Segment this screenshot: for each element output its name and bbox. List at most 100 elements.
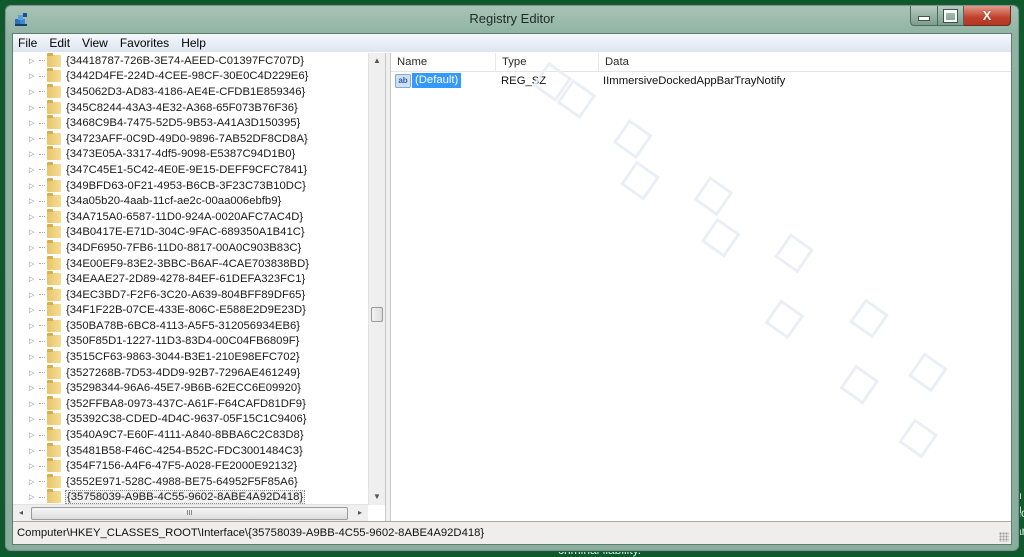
tree-horizontal-scrollbar[interactable]: ◂ III ▸ — [13, 504, 368, 521]
tree-item[interactable]: ▷ {34A715A0-6587-11D0-924A-0020AFC7AC4D} — [13, 208, 368, 225]
expand-arrow-icon[interactable]: ▷ — [29, 478, 39, 486]
tree-item[interactable]: ▷ {3468C9B4-7475-52D5-9B53-A41A3D150395} — [13, 115, 368, 131]
expand-arrow-icon[interactable]: ▷ — [29, 306, 39, 314]
expand-arrow-icon[interactable]: ▷ — [29, 337, 39, 345]
expand-arrow-icon[interactable]: ▷ — [29, 104, 39, 112]
menu-edit[interactable]: Edit — [43, 36, 76, 50]
tree-item-label[interactable]: {35298344-96A6-45E7-9B6B-62ECC6E09920} — [65, 382, 302, 394]
tree-item-label[interactable]: {3473E05A-3317-4df5-9098-E5387C94D1B0} — [65, 148, 296, 160]
tree-item[interactable]: ▷ {3515CF63-9863-3044-B3E1-210E98EFC702} — [13, 349, 368, 365]
tree-item-label[interactable]: {34723AFF-0C9D-49D0-9896-7AB52DF8CD8A} — [65, 133, 309, 145]
tree-item[interactable]: ▷ {349BFD63-0F21-4953-B6CB-3F23C73B10DC} — [13, 177, 368, 194]
expand-arrow-icon[interactable]: ▷ — [29, 119, 39, 127]
expand-arrow-icon[interactable]: ▷ — [29, 369, 39, 377]
expand-arrow-icon[interactable]: ▷ — [29, 197, 39, 205]
tree-item[interactable]: ▷ {34E00EF9-83E2-3BBC-B6AF-4CAE703838BD} — [13, 255, 368, 272]
expand-arrow-icon[interactable]: ▷ — [29, 275, 39, 283]
scroll-down-button[interactable]: ▼ — [369, 489, 385, 505]
tree-item-label[interactable]: {352FFBA8-0973-437C-A61F-F64CAFD81DF9} — [65, 398, 307, 410]
tree-item-label[interactable]: {34418787-726B-3E74-AEED-C01397FC707D} — [65, 55, 305, 67]
tree-item[interactable]: ▷ {35298344-96A6-45E7-9B6B-62ECC6E09920} — [13, 380, 368, 396]
value-row[interactable]: ab (Default) REG_SZ IImmersiveDockedAppB… — [391, 72, 1011, 89]
expand-arrow-icon[interactable]: ▷ — [29, 57, 39, 65]
menu-favorites[interactable]: Favorites — [114, 36, 175, 50]
tree-item-label[interactable]: {349BFD63-0F21-4953-B6CB-3F23C73B10DC} — [65, 180, 307, 192]
column-header-name[interactable]: Name — [391, 53, 496, 71]
expand-arrow-icon[interactable]: ▷ — [29, 493, 39, 501]
expand-arrow-icon[interactable]: ▷ — [29, 322, 39, 330]
tree-item-label[interactable]: {34EAAE27-2D89-4278-84EF-61DEFA323FC1} — [65, 273, 306, 285]
expand-arrow-icon[interactable]: ▷ — [29, 135, 39, 143]
scroll-up-button[interactable]: ▲ — [369, 53, 385, 69]
expand-arrow-icon[interactable]: ▷ — [29, 431, 39, 439]
tree-item-label[interactable]: {34F1F22B-07CE-433E-806C-E588E2D9E23D} — [65, 304, 307, 316]
expand-arrow-icon[interactable]: ▷ — [29, 415, 39, 423]
tree-item-label[interactable]: {35758039-A9BB-4C55-9602-8ABE4A92D418} — [65, 490, 306, 505]
expand-arrow-icon[interactable]: ▷ — [29, 291, 39, 299]
tree-item[interactable]: ▷ {345C8244-43A3-4E32-A368-65F073B76F36} — [13, 99, 368, 116]
tree-item[interactable]: ▷ {3540A9C7-E60F-4111-A840-8BBA6C2C83D8} — [13, 427, 368, 443]
expand-arrow-icon[interactable]: ▷ — [29, 447, 39, 455]
expand-arrow-icon[interactable]: ▷ — [29, 353, 39, 361]
tree-item[interactable]: ▷ {34B0417E-E71D-304C-9FAC-689350A1B41C} — [13, 224, 368, 241]
tree-item-label[interactable]: {354F7156-A4F6-47F5-A028-FE2000E92132} — [65, 460, 298, 472]
tree-item-label[interactable]: {34B0417E-E71D-304C-9FAC-689350A1B41C} — [65, 226, 306, 238]
tree-item[interactable]: ▷ {3527268B-7D53-4DD9-92B7-7296AE461249} — [13, 364, 368, 381]
tree-item[interactable]: ▷ {34723AFF-0C9D-49D0-9896-7AB52DF8CD8A} — [13, 130, 368, 147]
tree-item[interactable]: ▷ {34EC3BD7-F2F6-3C20-A639-804BFF89DF65} — [13, 286, 368, 303]
tree-item-label[interactable]: {347C45E1-5C42-4E0E-9E15-DEFF9CFC7841} — [65, 164, 308, 176]
minimize-button[interactable] — [910, 6, 938, 26]
menu-help[interactable]: Help — [175, 36, 212, 50]
tree-item[interactable]: ▷ {34DF6950-7FB6-11D0-8817-00A0C903B83C} — [13, 239, 368, 256]
tree-item-label[interactable]: {3468C9B4-7475-52D5-9B53-A41A3D150395} — [65, 117, 301, 129]
tree-item[interactable]: ▷ {3552E971-528C-4988-BE75-64952F5F85A6} — [13, 473, 368, 490]
tree-item-label[interactable]: {34E00EF9-83E2-3BBC-B6AF-4CAE703838BD} — [65, 258, 310, 270]
column-header-data[interactable]: Data — [599, 53, 1011, 71]
expand-arrow-icon[interactable]: ▷ — [29, 150, 39, 158]
tree-item[interactable]: ▷ {35481B58-F46C-4254-B52C-FDC3001484C3} — [13, 442, 368, 459]
expand-arrow-icon[interactable]: ▷ — [29, 462, 39, 470]
tree-item[interactable]: ▷ {34a05b20-4aab-11cf-ae2c-00aa006ebfb9} — [13, 193, 368, 209]
tree-item[interactable]: ▷ {34F1F22B-07CE-433E-806C-E588E2D9E23D} — [13, 302, 368, 319]
tree-item[interactable]: ▷ {347C45E1-5C42-4E0E-9E15-DEFF9CFC7841} — [13, 161, 368, 178]
expand-arrow-icon[interactable]: ▷ — [29, 88, 39, 96]
tree-item-label[interactable]: {34EC3BD7-F2F6-3C20-A639-804BFF89DF65} — [65, 289, 306, 301]
horizontal-scroll-thumb[interactable]: III — [31, 507, 348, 520]
tree-item[interactable]: ▷ {350BA78B-6BC8-4113-A5F5-312056934EB6} — [13, 317, 368, 334]
tree-item[interactable]: ▷ {352FFBA8-0973-437C-A61F-F64CAFD81DF9} — [13, 395, 368, 412]
tree-item-label[interactable]: {3552E971-528C-4988-BE75-64952F5F85A6} — [65, 476, 299, 488]
tree-item-label[interactable]: {34a05b20-4aab-11cf-ae2c-00aa006ebfb9} — [65, 195, 282, 207]
expand-arrow-icon[interactable]: ▷ — [29, 244, 39, 252]
close-button[interactable]: X — [964, 6, 1011, 26]
tree-item-label[interactable]: {3515CF63-9863-3044-B3E1-210E98EFC702} — [65, 351, 301, 363]
tree-item[interactable]: ▷ {345062D3-AD83-4186-AE4E-CFDB1E859346} — [13, 83, 368, 100]
tree-item[interactable]: ▷ {34418787-726B-3E74-AEED-C01397FC707D} — [13, 53, 368, 69]
tree-item[interactable]: ▷ {3473E05A-3317-4df5-9098-E5387C94D1B0} — [13, 146, 368, 163]
expand-arrow-icon[interactable]: ▷ — [29, 228, 39, 236]
tree-item-label[interactable]: {350BA78B-6BC8-4113-A5F5-312056934EB6} — [65, 320, 301, 332]
title-bar[interactable]: Registry Editor X — [5, 5, 1019, 33]
tree-item-label[interactable]: {3442D4FE-224D-4CEE-98CF-30E0C4D229E6} — [65, 70, 309, 82]
tree-item-label[interactable]: {345C8244-43A3-4E32-A368-65F073B76F36} — [65, 102, 299, 114]
tree-item-label[interactable]: {350F85D1-1227-11D3-83D4-00C04FB6809F} — [65, 335, 300, 347]
expand-arrow-icon[interactable]: ▷ — [29, 400, 39, 408]
maximize-button[interactable] — [938, 6, 964, 26]
scroll-right-button[interactable]: ▸ — [352, 505, 368, 521]
value-name[interactable]: (Default) — [412, 73, 462, 88]
tree-item-label[interactable]: {345062D3-AD83-4186-AE4E-CFDB1E859346} — [65, 86, 306, 98]
expand-arrow-icon[interactable]: ▷ — [29, 384, 39, 392]
tree-item[interactable]: ▷ {354F7156-A4F6-47F5-A028-FE2000E92132} — [13, 458, 368, 474]
vertical-scroll-thumb[interactable] — [371, 307, 383, 322]
expand-arrow-icon[interactable]: ▷ — [29, 260, 39, 268]
tree-item[interactable]: ▷ {3442D4FE-224D-4CEE-98CF-30E0C4D229E6} — [13, 68, 368, 85]
tree-item-label[interactable]: {3540A9C7-E60F-4111-A840-8BBA6C2C83D8} — [65, 429, 305, 441]
menu-file[interactable]: File — [13, 36, 43, 50]
tree-item-label[interactable]: {34DF6950-7FB6-11D0-8817-00A0C903B83C} — [65, 242, 302, 254]
tree-item[interactable]: ▷ {35392C38-CDED-4D4C-9637-05F15C1C9406} — [13, 411, 368, 428]
expand-arrow-icon[interactable]: ▷ — [29, 213, 39, 221]
tree-item-label[interactable]: {34A715A0-6587-11D0-924A-0020AFC7AC4D} — [65, 211, 304, 223]
tree-item-label[interactable]: {35481B58-F46C-4254-B52C-FDC3001484C3} — [65, 445, 304, 457]
menu-view[interactable]: View — [76, 36, 114, 50]
scroll-left-button[interactable]: ◂ — [13, 505, 29, 521]
expand-arrow-icon[interactable]: ▷ — [29, 182, 39, 190]
